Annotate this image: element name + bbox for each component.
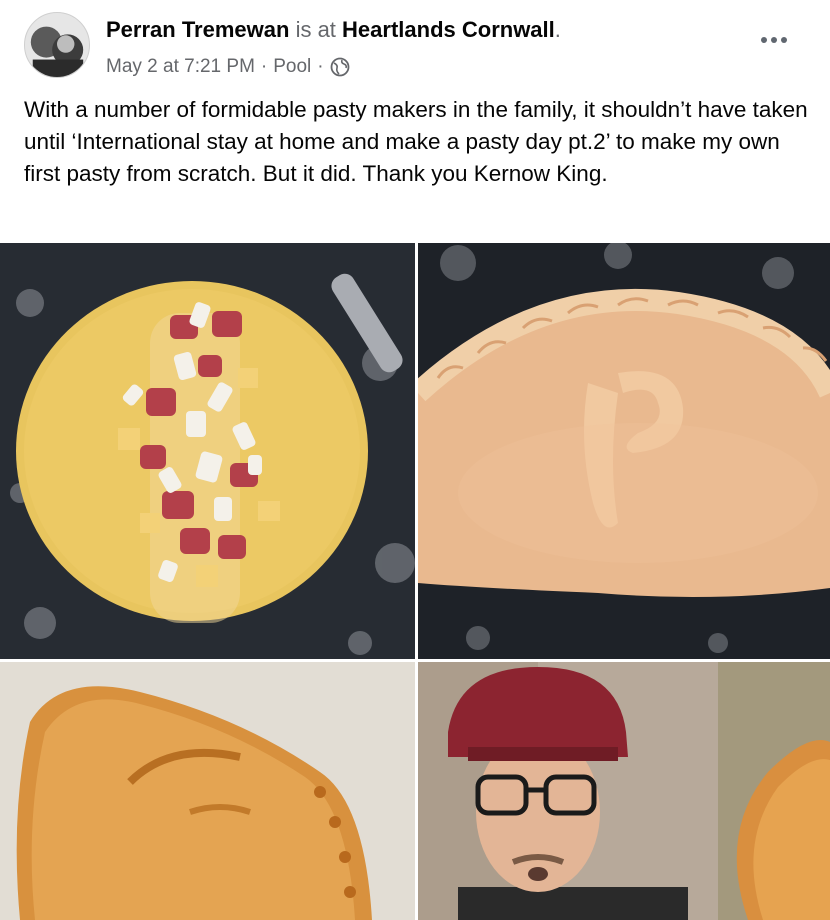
- photo-grid: [0, 243, 830, 920]
- author-line: Perran Tremewan is at Heartlands Cornwal…: [106, 16, 561, 44]
- more-dot-icon: [781, 37, 787, 43]
- period-text: .: [554, 17, 561, 42]
- photo-crimped-pasty[interactable]: [418, 243, 830, 659]
- photo-man-in-cap[interactable]: [418, 662, 830, 920]
- post-timestamp[interactable]: May 2 at 7:21 PM: [106, 55, 255, 79]
- location-link[interactable]: Pool: [273, 55, 311, 79]
- more-dot-icon: [761, 37, 767, 43]
- author-name[interactable]: Perran Tremewan: [106, 17, 289, 42]
- post-meta: May 2 at 7:21 PM · Pool ·: [106, 55, 350, 79]
- meta-separator: ·: [260, 56, 268, 77]
- more-dot-icon: [771, 37, 777, 43]
- photo-raw-pasty-filling[interactable]: [0, 243, 415, 659]
- photo-baked-pasty[interactable]: [0, 662, 415, 920]
- more-options-button[interactable]: [754, 26, 794, 54]
- avatar-image: [25, 13, 89, 77]
- connector-text: is at: [295, 17, 336, 42]
- avatar[interactable]: [24, 12, 90, 78]
- post-header: Perran Tremewan is at Heartlands Cornwal…: [0, 0, 830, 90]
- place-link[interactable]: Heartlands Cornwall: [342, 17, 555, 42]
- meta-separator-2: ·: [317, 56, 324, 77]
- post-body: With a number of formidable pasty makers…: [24, 97, 808, 186]
- globe-icon[interactable]: [330, 57, 350, 77]
